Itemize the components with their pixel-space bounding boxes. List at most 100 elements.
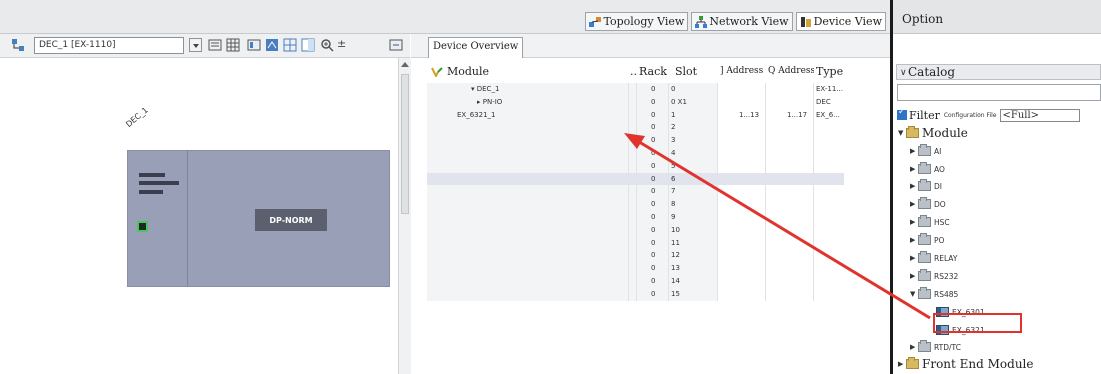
cell-rack[interactable]: 0 <box>637 275 669 288</box>
cell-q-address[interactable] <box>766 121 814 135</box>
cell-type[interactable]: DEC <box>814 96 844 109</box>
tree-item[interactable]: ▶ DO <box>910 196 946 212</box>
catalog-search-input[interactable] <box>897 84 1101 101</box>
dp-norm-module[interactable]: DP-NORM <box>255 209 327 231</box>
cell-type[interactable] <box>814 185 844 198</box>
tab-device-view[interactable]: Device View <box>795 12 886 31</box>
cell-rack[interactable]: 0 <box>637 95 669 109</box>
cell-rack[interactable]: 0 <box>637 185 669 199</box>
cell-rack[interactable]: 0 <box>637 198 669 211</box>
cell-module[interactable] <box>427 236 629 250</box>
zoom-toggle[interactable]: ± <box>337 37 346 50</box>
cell-rack[interactable]: 0 <box>637 172 669 186</box>
cell-q-address[interactable] <box>766 211 814 224</box>
tree-item[interactable]: ▶ RELAY <box>910 250 957 266</box>
cell-type[interactable] <box>814 134 844 147</box>
cell-rack[interactable]: 0 <box>637 249 669 263</box>
chevron-right-icon[interactable]: ▶ <box>910 182 918 190</box>
cell-more[interactable] <box>629 198 637 211</box>
cell-rack[interactable]: 0 <box>637 159 669 173</box>
tree-item[interactable]: ▶ RS232 <box>910 268 958 284</box>
cell-slot[interactable]: 7 <box>669 185 718 199</box>
cell-type[interactable] <box>814 121 844 134</box>
cell-slot[interactable]: 3 <box>669 134 718 147</box>
chevron-right-icon[interactable]: ▶ <box>910 218 918 226</box>
cell-i-address[interactable] <box>718 223 766 237</box>
cell-i-address[interactable] <box>718 287 766 301</box>
table-row[interactable]: 0 15 <box>427 287 890 301</box>
tree-item[interactable]: ▶ AO <box>910 161 945 177</box>
cell-more[interactable] <box>629 147 637 160</box>
cell-module[interactable] <box>427 185 629 199</box>
chevron-right-icon[interactable]: ▶ <box>910 272 918 280</box>
tree-item[interactable]: ▶ HSC <box>910 214 950 230</box>
chevron-down-icon[interactable]: ▼ <box>898 129 906 137</box>
cell-rack[interactable]: 0 <box>637 236 669 250</box>
cell-module[interactable] <box>427 159 629 173</box>
chevron-right-icon[interactable]: ▶ <box>910 236 918 244</box>
cell-q-address[interactable] <box>766 198 814 211</box>
column-more[interactable]: ... <box>629 63 637 80</box>
cell-module[interactable] <box>427 134 629 147</box>
cell-i-address[interactable] <box>718 121 766 135</box>
cell-slot[interactable]: 9 <box>669 211 718 224</box>
cell-i-address[interactable] <box>718 275 766 288</box>
cell-i-address[interactable]: 1...13 <box>718 108 766 122</box>
table-row[interactable]: ▾ DEC_1 0 0 EX-11... <box>427 83 890 96</box>
table-row[interactable]: 08 <box>427 198 890 211</box>
cell-type[interactable] <box>814 275 844 288</box>
collapse-panel-icon[interactable] <box>389 38 403 52</box>
cell-q-address[interactable] <box>766 223 814 237</box>
cell-more[interactable] <box>629 95 637 109</box>
cell-more[interactable] <box>629 275 637 288</box>
scroll-up-arrow[interactable] <box>401 62 409 67</box>
cell-i-address[interactable] <box>718 211 766 224</box>
list-view-icon[interactable] <box>208 38 222 52</box>
table-row[interactable]: 02 <box>427 121 890 135</box>
table-icon[interactable] <box>283 38 297 52</box>
cell-q-address[interactable] <box>766 172 814 186</box>
cell-i-address[interactable] <box>718 159 766 173</box>
cell-i-address[interactable] <box>718 185 766 199</box>
cell-type[interactable] <box>814 237 844 250</box>
tab-topology-view[interactable]: Topology View <box>585 12 689 31</box>
cell-type[interactable]: EX-11... <box>814 83 844 96</box>
tab-device-overview[interactable]: Device Overview <box>428 37 524 58</box>
column-module[interactable]: Module <box>427 63 629 80</box>
cell-rack[interactable]: 0 <box>637 262 669 275</box>
cell-more[interactable] <box>629 236 637 250</box>
tree-item[interactable]: ▼ RS485 <box>910 286 958 302</box>
cell-q-address[interactable] <box>766 262 814 275</box>
filter-checkbox[interactable] <box>897 107 907 120</box>
cell-module[interactable]: EX_6321_1 <box>427 108 629 122</box>
cell-i-address[interactable] <box>718 249 766 263</box>
table-row[interactable]: ▸ PN-IO 0 0 X1 DEC <box>427 95 890 109</box>
cell-i-address[interactable] <box>718 236 766 250</box>
cell-slot[interactable]: 12 <box>669 249 718 263</box>
cell-q-address[interactable] <box>766 134 814 147</box>
cell-i-address[interactable] <box>718 95 766 109</box>
cell-i-address[interactable] <box>718 172 766 186</box>
cell-q-address[interactable] <box>766 159 814 173</box>
chevron-right-icon[interactable]: ▶ <box>910 254 918 262</box>
cell-q-address[interactable] <box>766 185 814 199</box>
cell-module[interactable] <box>427 121 629 135</box>
zoom-icon[interactable] <box>320 38 334 52</box>
cell-i-address[interactable] <box>718 262 766 275</box>
chevron-right-icon[interactable]: ▶ <box>910 343 918 351</box>
cell-module[interactable] <box>427 275 629 288</box>
column-type[interactable]: Type <box>814 63 858 80</box>
cell-slot[interactable]: 15 <box>669 287 718 301</box>
cell-slot[interactable]: 0 <box>669 83 718 96</box>
cell-more[interactable] <box>629 159 637 173</box>
chevron-down-icon[interactable]: ▼ <box>910 290 918 298</box>
cell-type[interactable] <box>814 224 844 237</box>
catalog-header[interactable]: ∨ Catalog <box>896 64 1101 80</box>
cell-rack[interactable]: 0 <box>637 287 669 301</box>
cell-module[interactable] <box>427 198 629 211</box>
cell-slot[interactable]: 6 <box>669 172 718 186</box>
cell-q-address[interactable]: 1...17 <box>766 108 814 122</box>
cell-rack[interactable]: 0 <box>637 147 669 160</box>
cell-rack[interactable]: 0 <box>637 83 669 96</box>
chevron-right-icon[interactable]: ▶ <box>910 200 918 208</box>
